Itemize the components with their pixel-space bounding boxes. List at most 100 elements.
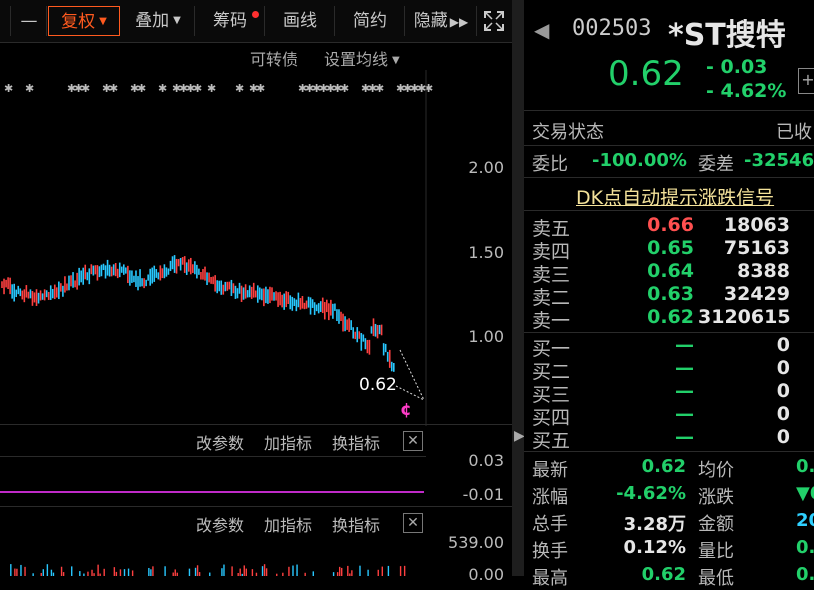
stat-value: 0.: [796, 456, 814, 477]
toolbar-chips-button[interactable]: 筹码: [196, 6, 265, 36]
stat-value: 0.: [796, 537, 814, 558]
y-tick: 1.50: [434, 243, 504, 262]
ask-row[interactable]: 卖五 0.66 18063: [532, 214, 814, 237]
volume-bar: [351, 570, 352, 576]
event-marker: ✱: [109, 82, 118, 95]
panel1-change-params[interactable]: 改参数: [196, 430, 244, 454]
toolbar-zoom-out-button[interactable]: —: [12, 6, 47, 36]
toolbar-hide-button[interactable]: 隐藏 ▶▶: [406, 6, 477, 36]
volume-bar: [24, 567, 25, 576]
stat-value: 0.62: [594, 456, 686, 477]
volume-bar: [53, 573, 54, 576]
volume-bar: [61, 567, 62, 576]
panel1-add-indicator[interactable]: 加指标: [264, 430, 312, 454]
bid-row[interactable]: 买一 —0: [532, 334, 814, 357]
event-marker: ✱: [4, 82, 13, 95]
y-tick: 0.00: [434, 565, 504, 584]
volume-bar: [20, 565, 21, 576]
event-marker: ✱: [424, 82, 433, 95]
volume-bar: [79, 571, 80, 576]
dk-signal-link[interactable]: DK点自动提示涨跌信号: [576, 183, 774, 210]
stat-value: 0.62: [594, 564, 686, 585]
panel1-switch-indicator[interactable]: 换指标: [332, 430, 380, 454]
event-marker: ✱: [207, 82, 216, 95]
quote-panel: ◀ 002503 *ST搜特 0.62 - 0.03 - 4.62% + 交易状…: [524, 0, 814, 576]
ask-row[interactable]: 卖四 0.65 75163: [532, 237, 814, 260]
volume-bar: [150, 569, 151, 576]
volume-bar: [63, 572, 64, 576]
stat-label: 换手: [532, 537, 568, 563]
stat-value: ▼0.: [796, 483, 814, 504]
price-change: - 0.03: [706, 56, 767, 78]
bid-row[interactable]: 买三 —0: [532, 380, 814, 403]
ask-row[interactable]: 卖二 0.63 32429: [532, 283, 814, 306]
ask-row[interactable]: 卖三 0.64 8388: [532, 260, 814, 283]
ask-volume: 8388: [698, 260, 790, 282]
ask-price: 0.66: [622, 214, 694, 236]
panel1-close-icon[interactable]: ✕: [403, 431, 423, 451]
panel2-add-indicator[interactable]: 加指标: [264, 512, 312, 536]
volume-bar: [223, 565, 224, 576]
ask-volume: 32429: [698, 283, 790, 305]
volume-bar: [199, 572, 200, 576]
stat-label: 涨跌: [698, 483, 734, 509]
volume-bars: [0, 556, 426, 576]
back-arrow-icon[interactable]: ◀: [534, 18, 549, 42]
ask-row[interactable]: 卖一 0.62 3120615: [532, 306, 814, 329]
volume-bar: [43, 569, 44, 576]
y-tick: 539.00: [434, 533, 504, 552]
volume-bar: [252, 569, 253, 576]
stat-value: -4.62%: [594, 483, 686, 504]
panel2-change-params[interactable]: 改参数: [196, 512, 244, 536]
volume-bar: [47, 564, 48, 576]
panel-splitter[interactable]: [512, 0, 524, 576]
bid-volume: 0: [698, 357, 790, 379]
event-marker: ✱: [340, 82, 349, 95]
volume-bar: [175, 569, 176, 576]
volume-bar: [195, 568, 196, 576]
toolbar-left-edge[interactable]: [0, 6, 11, 36]
bid-row[interactable]: 买四 —0: [532, 403, 814, 426]
bid-price: —: [622, 426, 694, 448]
event-marker: ✱: [137, 82, 146, 95]
panel2-close-icon[interactable]: ✕: [403, 513, 423, 533]
trade-status-value: 已收: [776, 118, 812, 144]
y-tick: -0.01: [434, 485, 504, 504]
volume-bar: [71, 566, 72, 576]
notification-dot-icon: [252, 11, 259, 18]
volume-bar: [292, 566, 293, 576]
volume-bar: [264, 564, 265, 576]
toolbar-simple-button[interactable]: 简约: [336, 6, 405, 36]
double-chevron-right-icon: ▶▶: [450, 15, 468, 29]
bid-row[interactable]: 买五 — 0: [532, 426, 814, 449]
volume-bar: [382, 567, 383, 576]
ask-price: 0.65: [622, 237, 694, 259]
toolbar-overlay-button[interactable]: 叠加 ▼: [122, 6, 195, 36]
event-marker: ✱: [25, 82, 34, 95]
y-tick: 0.03: [434, 451, 504, 470]
volume-bar: [116, 572, 117, 576]
volume-bar: [313, 571, 314, 576]
volume-bar: [367, 570, 368, 576]
ask-volume: 75163: [698, 237, 790, 259]
stat-label: 金额: [698, 510, 734, 536]
volume-bar: [128, 569, 129, 576]
add-watchlist-icon[interactable]: +: [798, 68, 814, 94]
current-price: 0.62: [608, 54, 684, 94]
toolbar-draw-line-button[interactable]: 画线: [266, 6, 335, 36]
volume-bar: [87, 572, 88, 576]
fullscreen-button[interactable]: [478, 6, 510, 36]
bid-level-label: 买五: [532, 426, 570, 453]
toolbar-fuquan-button[interactable]: 复权 ▼: [48, 6, 120, 36]
stat-label: 量比: [698, 537, 734, 563]
ask-volume: 18063: [698, 214, 790, 236]
bid-volume: 0: [698, 334, 790, 356]
price-change-pct: - 4.62%: [706, 80, 786, 102]
panel2-switch-indicator[interactable]: 换指标: [332, 512, 380, 536]
convertible-bond-link[interactable]: 可转债: [250, 46, 298, 70]
fullscreen-icon: [483, 10, 505, 32]
volume-bar: [16, 569, 17, 576]
ma-settings-link[interactable]: 设置均线 ▼: [324, 46, 400, 70]
bid-row[interactable]: 买二 —0: [532, 357, 814, 380]
volume-bar: [14, 569, 15, 576]
